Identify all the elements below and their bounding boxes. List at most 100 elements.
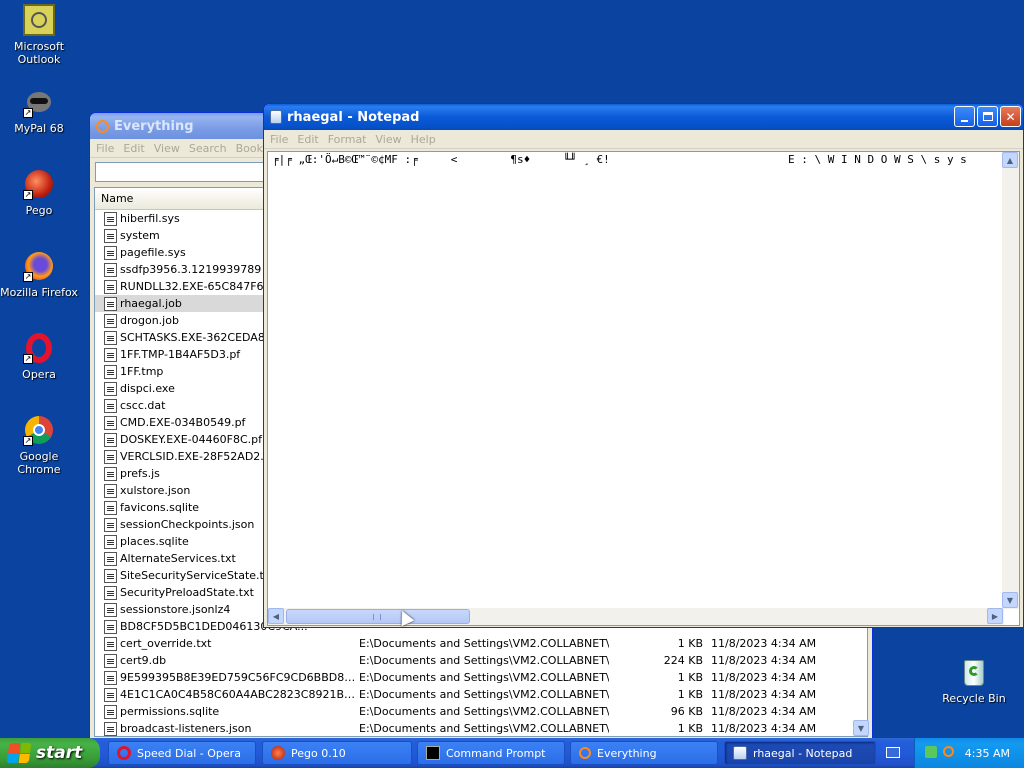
file-path: E:\Documents and Settings\VM2.COLLABNET\… bbox=[359, 705, 609, 718]
table-row[interactable]: 9E599395B8E39ED759C56FC9CD6BBD80FBB... E:… bbox=[95, 669, 867, 686]
horizontal-scroll-thumb[interactable] bbox=[286, 609, 470, 624]
window-title: rhaegal - Notepad bbox=[287, 109, 420, 125]
menu-edit[interactable]: Edit bbox=[121, 142, 151, 155]
file-icon bbox=[104, 381, 117, 396]
menu-view[interactable]: View bbox=[374, 133, 409, 146]
recycle-bin-icon bbox=[958, 656, 990, 688]
file-path: E:\Documents and Settings\VM2.COLLABNET\… bbox=[359, 654, 609, 667]
file-icon bbox=[104, 364, 117, 379]
menu-help[interactable]: Help bbox=[409, 133, 443, 146]
minimize-button[interactable] bbox=[954, 106, 975, 127]
file-icon bbox=[104, 398, 117, 413]
file-icon bbox=[104, 211, 117, 226]
notepad-text-area[interactable]: ╒|╒ „Œ:'Ö↵B©Œ™¨©¢MF :╒ < ¶s♦ ╙╜ ¸ €! E :… bbox=[267, 151, 1020, 626]
file-icon bbox=[104, 449, 117, 464]
taskbar: start Speed Dial - Opera Pego 0.10 Comma… bbox=[0, 738, 1024, 768]
file-path: E:\Documents and Settings\VM2.COLLABNET\… bbox=[359, 671, 609, 684]
desktop-icon-label: Recycle Bin bbox=[942, 692, 1006, 705]
taskbar-button-everything[interactable]: Everything bbox=[570, 741, 718, 765]
file-icon bbox=[104, 228, 117, 243]
menu-search[interactable]: Search bbox=[187, 142, 234, 155]
table-row[interactable]: permissions.sqlite E:\Documents and Setti… bbox=[95, 703, 867, 720]
command-prompt-icon bbox=[426, 746, 440, 760]
taskbar-button-command-prompt[interactable]: Command Prompt bbox=[417, 741, 565, 765]
file-icon bbox=[104, 347, 117, 362]
notepad-window[interactable]: rhaegal - Notepad ✕ File Edit Format Vie… bbox=[263, 103, 1024, 628]
file-date: 11/8/2023 4:34 AM bbox=[711, 722, 817, 735]
maximize-icon bbox=[982, 112, 993, 121]
file-name: cert_override.txt bbox=[120, 637, 212, 650]
file-icon bbox=[104, 687, 117, 702]
file-icon bbox=[104, 517, 117, 532]
table-row[interactable]: 4E1C1CA0C4B58C60A4ABC2823C8921B7D22... E:… bbox=[95, 686, 867, 703]
file-icon bbox=[104, 653, 117, 668]
file-size: 1 KB bbox=[677, 637, 703, 650]
desktop-icon-chrome[interactable]: ↗ Google Chrome bbox=[0, 414, 78, 476]
start-button[interactable]: start bbox=[0, 738, 100, 768]
file-name: permissions.sqlite bbox=[120, 705, 220, 718]
vertical-scrollbar[interactable]: ▲ ▼ bbox=[1002, 152, 1019, 609]
notepad-title-bar[interactable]: rhaegal - Notepad ✕ bbox=[264, 104, 1023, 130]
notepad-icon bbox=[270, 110, 282, 124]
file-name: broadcast-listeners.json bbox=[120, 722, 252, 735]
taskbar-button-opera[interactable]: Speed Dial - Opera bbox=[108, 741, 256, 765]
magnifier-icon bbox=[96, 119, 109, 133]
chrome-icon: ↗ bbox=[23, 414, 55, 446]
horizontal-scrollbar[interactable]: ◀ ▶ bbox=[268, 608, 1004, 625]
file-date: 11/8/2023 4:34 AM bbox=[711, 671, 817, 684]
clock[interactable]: 4:35 AM bbox=[965, 747, 1010, 760]
table-row[interactable]: cert9.db E:\Documents and Settings\VM2.CO… bbox=[95, 652, 867, 669]
pego-icon: ↗ bbox=[23, 168, 55, 200]
menu-edit[interactable]: Edit bbox=[295, 133, 325, 146]
keyboard-icon[interactable] bbox=[886, 747, 900, 758]
file-date: 11/8/2023 4:34 AM bbox=[711, 654, 817, 667]
close-icon: ✕ bbox=[1005, 109, 1016, 124]
file-size: 96 KB bbox=[670, 705, 703, 718]
file-icon bbox=[104, 330, 117, 345]
file-icon bbox=[104, 296, 117, 311]
network-icon[interactable] bbox=[925, 746, 937, 758]
scroll-down-button[interactable]: ▼ bbox=[853, 720, 869, 736]
desktop-icon-recycle-bin[interactable]: Recycle Bin bbox=[934, 656, 1014, 705]
file-date: 11/8/2023 4:34 AM bbox=[711, 637, 817, 650]
file-name: 9E599395B8E39ED759C56FC9CD6BBD80FBB... bbox=[120, 671, 362, 684]
file-icon bbox=[104, 466, 117, 481]
scroll-up-button[interactable]: ▲ bbox=[1002, 152, 1018, 168]
desktop-icon-pego[interactable]: ↗ Pego bbox=[0, 168, 78, 217]
scroll-right-button[interactable]: ▶ bbox=[987, 608, 1003, 624]
desktop-icon-opera[interactable]: ↗ Opera bbox=[0, 332, 78, 381]
scroll-down-button[interactable]: ▼ bbox=[1002, 592, 1018, 608]
file-icon bbox=[104, 415, 117, 430]
file-icon bbox=[104, 568, 117, 583]
file-icon bbox=[104, 636, 117, 651]
desktop-icon-label: Mozilla Firefox bbox=[0, 286, 78, 299]
menu-file[interactable]: File bbox=[94, 142, 121, 155]
file-path: E:\Documents and Settings\VM2.COLLABNET\… bbox=[359, 722, 609, 735]
outlook-icon bbox=[23, 4, 55, 36]
maximize-button[interactable] bbox=[977, 106, 998, 127]
window-title: Everything bbox=[114, 118, 194, 134]
table-row[interactable]: cert_override.txt E:\Documents and Settin… bbox=[95, 635, 867, 652]
file-icon bbox=[104, 704, 117, 719]
file-icon bbox=[104, 602, 117, 617]
menu-view[interactable]: View bbox=[152, 142, 187, 155]
menu-format[interactable]: Format bbox=[326, 133, 374, 146]
file-icon bbox=[104, 619, 117, 634]
file-icon bbox=[104, 313, 117, 328]
file-icon bbox=[104, 534, 117, 549]
desktop-icon-outlook[interactable]: Microsoft Outlook bbox=[0, 4, 78, 66]
pego-icon bbox=[271, 746, 285, 760]
taskbar-button-notepad[interactable]: rhaegal - Notepad bbox=[724, 741, 876, 765]
desktop-icon-firefox[interactable]: ↗ Mozilla Firefox bbox=[0, 250, 78, 299]
menu-file[interactable]: File bbox=[268, 133, 295, 146]
taskbar-button-pego[interactable]: Pego 0.10 bbox=[262, 741, 412, 765]
close-button[interactable]: ✕ bbox=[1000, 106, 1021, 127]
everything-tray-icon[interactable] bbox=[943, 746, 954, 757]
file-icon bbox=[104, 483, 117, 498]
file-date: 11/8/2023 4:34 AM bbox=[711, 688, 817, 701]
system-tray: 4:35 AM bbox=[914, 738, 1024, 768]
scroll-left-button[interactable]: ◀ bbox=[268, 608, 284, 624]
table-row[interactable]: broadcast-listeners.json E:\Documents and… bbox=[95, 720, 867, 737]
opera-icon: ↗ bbox=[23, 332, 55, 364]
desktop-icon-mypal[interactable]: ↗ MyPal 68 bbox=[0, 86, 78, 135]
